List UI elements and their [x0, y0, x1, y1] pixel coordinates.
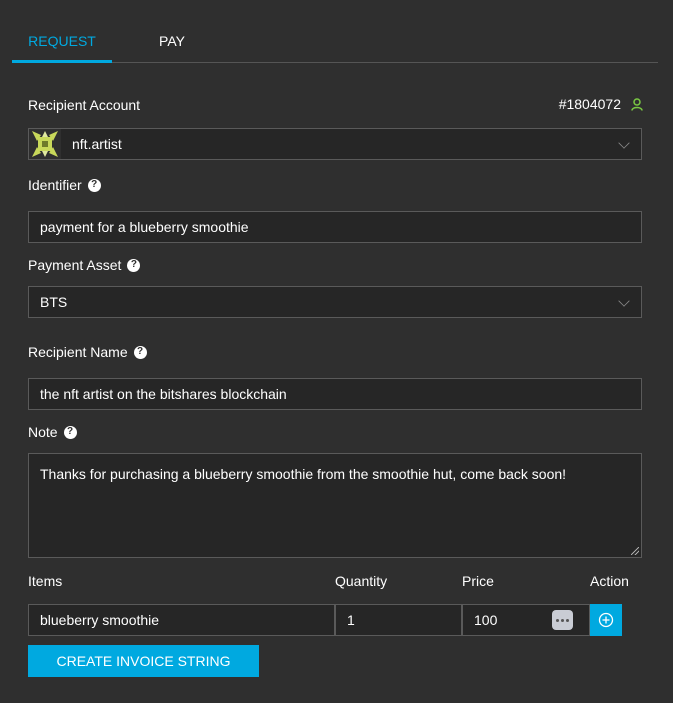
user-icon	[631, 97, 643, 111]
recipient-name-value: the nft artist on the bitshares blockcha…	[40, 386, 287, 402]
plus-circle-icon	[598, 612, 614, 628]
payment-asset-select[interactable]: BTS	[28, 286, 642, 318]
note-label-text: Note	[28, 424, 58, 440]
recipient-account-value: nft.artist	[72, 136, 122, 152]
chevron-down-icon	[618, 295, 630, 307]
recipient-account-label: Recipient Account	[28, 96, 140, 114]
tab-pay[interactable]: PAY	[112, 20, 232, 63]
identifier-value: payment for a blueberry smoothie	[40, 219, 249, 235]
item-price-value: 100	[474, 612, 498, 628]
item-quantity-value: 1	[347, 612, 355, 628]
payment-asset-label: Payment Asset ?	[28, 256, 141, 274]
help-icon[interactable]: ?	[133, 345, 147, 359]
help-icon[interactable]: ?	[63, 425, 77, 439]
identifier-label: Identifier ?	[28, 176, 101, 194]
create-invoice-button[interactable]: CREATE INVOICE STRING	[28, 645, 259, 677]
price-header: Price	[462, 573, 494, 589]
note-value: Thanks for purchasing a blueberry smooth…	[40, 466, 567, 482]
help-icon[interactable]: ?	[127, 258, 141, 272]
resize-grip-icon[interactable]	[631, 547, 639, 555]
note-textarea[interactable]: Thanks for purchasing a blueberry smooth…	[28, 453, 642, 558]
item-quantity-input[interactable]: 1	[335, 604, 462, 636]
recipient-name-label-text: Recipient Name	[28, 344, 128, 360]
more-dots-icon[interactable]	[552, 610, 573, 630]
chevron-down-icon	[618, 137, 630, 149]
add-item-button[interactable]	[590, 604, 622, 636]
payment-asset-value: BTS	[40, 294, 68, 310]
tab-request[interactable]: REQUEST	[12, 20, 112, 63]
action-header: Action	[590, 573, 629, 589]
tab-bar: REQUEST PAY	[12, 20, 658, 63]
recipient-name-input[interactable]: the nft artist on the bitshares blockcha…	[28, 378, 642, 410]
identicon-icon	[29, 129, 61, 159]
recipient-account-label-text: Recipient Account	[28, 97, 141, 113]
note-label: Note ?	[28, 423, 77, 441]
item-name-input[interactable]: blueberry smoothie	[28, 604, 335, 636]
help-icon[interactable]: ?	[87, 178, 101, 192]
account-number: #1804072	[559, 96, 643, 112]
avatar	[29, 129, 61, 159]
items-header: Items	[28, 573, 63, 589]
item-name-value: blueberry smoothie	[40, 612, 160, 628]
quantity-header: Quantity	[335, 573, 388, 589]
recipient-account-select[interactable]: nft.artist	[28, 128, 642, 160]
payment-asset-label-text: Payment Asset	[28, 257, 122, 273]
identifier-input[interactable]: payment for a blueberry smoothie	[28, 211, 642, 243]
account-number-text: #1804072	[558, 96, 621, 112]
recipient-name-label: Recipient Name ?	[28, 343, 147, 361]
identifier-label-text: Identifier	[28, 177, 82, 193]
